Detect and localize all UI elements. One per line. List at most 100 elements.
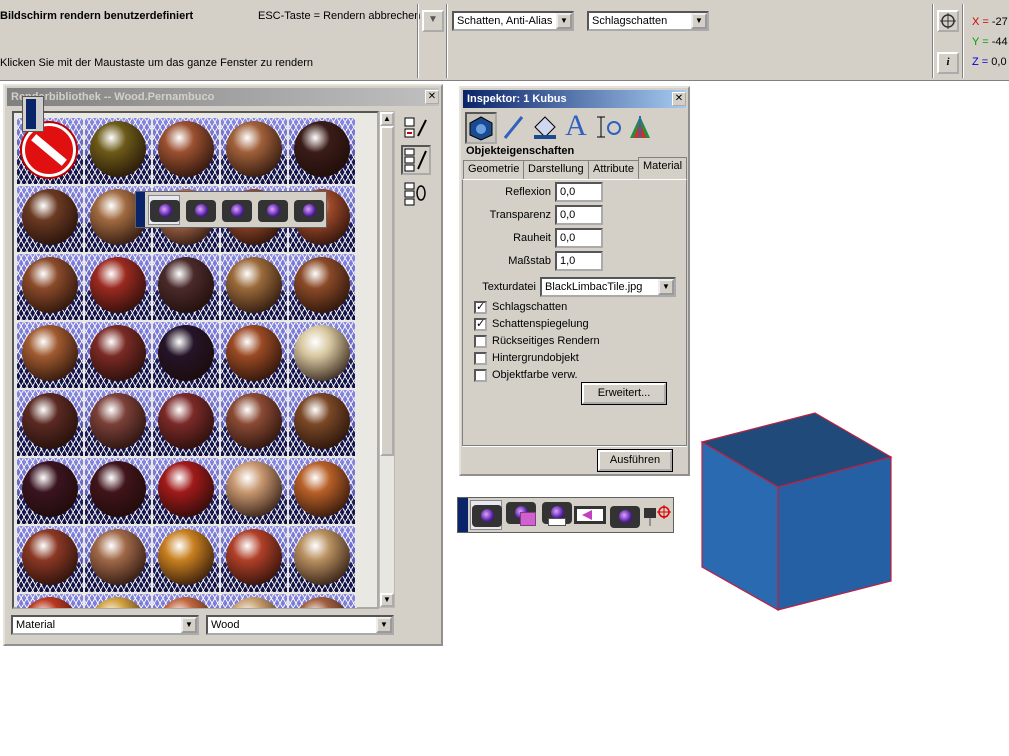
- camera-sphere-icon[interactable]: [186, 200, 216, 222]
- schlagschatten-label: Schlagschatten: [492, 301, 568, 313]
- shadow-select[interactable]: Schlagschatten ▼: [587, 11, 709, 31]
- tab-darstellung[interactable]: Darstellung: [523, 160, 589, 179]
- text-attributes-icon[interactable]: A: [562, 111, 590, 141]
- render-attributes-icon[interactable]: [626, 113, 654, 141]
- edit-library-icon[interactable]: [401, 145, 431, 175]
- object-properties-icon[interactable]: [465, 112, 497, 144]
- material-swatch[interactable]: [17, 458, 83, 524]
- library-family-select[interactable]: Wood ▼: [206, 615, 394, 635]
- tab-material[interactable]: Material: [638, 157, 688, 179]
- scroll-up-icon[interactable]: ▲: [380, 112, 394, 126]
- material-swatch[interactable]: [221, 526, 287, 592]
- rauheit-field[interactable]: 0,0: [555, 228, 603, 248]
- material-swatch[interactable]: [289, 390, 355, 456]
- close-icon[interactable]: ✕: [425, 90, 439, 104]
- material-swatch[interactable]: [153, 526, 219, 592]
- camera-blue-icon[interactable]: [222, 200, 252, 222]
- reflexion-field[interactable]: 0,0: [555, 182, 603, 202]
- schattenspiegelung-checkbox[interactable]: ✓: [474, 318, 487, 331]
- render-camera-icon[interactable]: [470, 500, 502, 530]
- transparenz-field[interactable]: 0,0: [555, 205, 603, 225]
- massstab-field[interactable]: 1,0: [555, 251, 603, 271]
- render-library-title: Renderbibliothek -- Wood.Pernambuco: [7, 88, 439, 106]
- material-swatch[interactable]: [153, 458, 219, 524]
- rueckseitiges-rendern-checkbox[interactable]: [474, 335, 487, 348]
- material-swatch[interactable]: [221, 458, 287, 524]
- texture-select[interactable]: BlackLimbacTile.jpg ▼: [540, 277, 676, 297]
- chevron-down-icon[interactable]: ▼: [556, 13, 572, 29]
- fill-bucket-icon[interactable]: [531, 113, 559, 141]
- objektfarbe-checkbox[interactable]: [474, 369, 487, 382]
- cube-object[interactable]: [700, 410, 894, 614]
- material-swatch[interactable]: [289, 526, 355, 592]
- material-swatch[interactable]: [153, 390, 219, 456]
- material-swatch[interactable]: [221, 390, 287, 456]
- material-swatch[interactable]: [17, 526, 83, 592]
- material-sphere: [90, 257, 146, 313]
- shading-select[interactable]: Schatten, Anti-Alias ▼: [452, 11, 574, 31]
- camera-render-icon[interactable]: [148, 195, 180, 225]
- hintergrundobjekt-checkbox[interactable]: [474, 352, 487, 365]
- material-swatch[interactable]: [153, 322, 219, 388]
- toolbar-separator: [446, 4, 448, 78]
- material-swatch[interactable]: [289, 254, 355, 320]
- material-swatch[interactable]: [85, 458, 151, 524]
- material-swatch[interactable]: [221, 322, 287, 388]
- chevron-down-icon[interactable]: ▼: [376, 617, 392, 633]
- material-swatch[interactable]: [85, 118, 151, 184]
- scroll-thumb[interactable]: [380, 126, 394, 456]
- material-swatch[interactable]: [85, 526, 151, 592]
- palette-grip[interactable]: [136, 192, 145, 227]
- material-swatch[interactable]: [17, 322, 83, 388]
- z-coordinate: Z = 0,0: [972, 56, 1007, 68]
- material-swatch[interactable]: [289, 458, 355, 524]
- material-grid-scrollbar[interactable]: ▲ ▼: [379, 111, 395, 608]
- chevron-down-icon[interactable]: ▼: [181, 617, 197, 633]
- dimension-attributes-icon[interactable]: [593, 113, 623, 141]
- camera-light-icon[interactable]: [258, 200, 288, 222]
- material-swatch[interactable]: [17, 594, 83, 608]
- render-export-icon[interactable]: [542, 502, 572, 528]
- toolbar-separator: [417, 4, 419, 78]
- material-swatch[interactable]: [221, 118, 287, 184]
- material-swatch[interactable]: [153, 594, 219, 608]
- material-swatch[interactable]: [153, 118, 219, 184]
- library-category-select[interactable]: Material ▼: [11, 615, 199, 635]
- material-swatch[interactable]: [289, 118, 355, 184]
- film-animation-icon[interactable]: [574, 504, 606, 526]
- close-icon[interactable]: ✕: [672, 92, 686, 106]
- material-swatch[interactable]: [85, 594, 151, 608]
- material-swatch[interactable]: [289, 322, 355, 388]
- edit-material-icon[interactable]: [403, 116, 429, 140]
- schlagschatten-checkbox[interactable]: ✓: [474, 301, 487, 314]
- link-library-icon[interactable]: [403, 181, 429, 207]
- apply-button[interactable]: Ausführen: [597, 449, 673, 472]
- material-swatch[interactable]: [221, 254, 287, 320]
- info-icon[interactable]: i: [937, 52, 959, 74]
- material-swatch[interactable]: [17, 390, 83, 456]
- material-swatch[interactable]: [17, 254, 83, 320]
- palette-grip[interactable]: [458, 498, 468, 532]
- material-swatch[interactable]: [85, 322, 151, 388]
- render-area-icon[interactable]: [506, 502, 538, 528]
- chevron-down-icon[interactable]: ▼: [691, 13, 707, 29]
- tab-geometrie[interactable]: Geometrie: [463, 160, 525, 179]
- rauheit-label: Rauheit: [513, 232, 551, 244]
- crosshair-icon[interactable]: [937, 10, 959, 32]
- camera-lights-icon[interactable]: [610, 502, 640, 528]
- tab-attribute[interactable]: Attribute: [588, 160, 639, 179]
- material-swatch[interactable]: [85, 390, 151, 456]
- material-swatch[interactable]: [17, 186, 83, 252]
- material-swatch[interactable]: [221, 594, 287, 608]
- render-options-dropdown-icon[interactable]: ▼: [422, 10, 444, 32]
- advanced-button[interactable]: Erweitert...: [581, 382, 667, 405]
- door-icon[interactable]: [22, 96, 44, 132]
- material-swatch[interactable]: [153, 254, 219, 320]
- camera-target-icon[interactable]: [642, 502, 672, 528]
- material-swatch[interactable]: [85, 254, 151, 320]
- scroll-down-icon[interactable]: ▼: [380, 593, 394, 607]
- camera-material-icon[interactable]: [294, 200, 324, 222]
- chevron-down-icon[interactable]: ▼: [658, 279, 674, 295]
- material-swatch[interactable]: [289, 594, 355, 608]
- pen-attributes-icon[interactable]: [500, 113, 528, 141]
